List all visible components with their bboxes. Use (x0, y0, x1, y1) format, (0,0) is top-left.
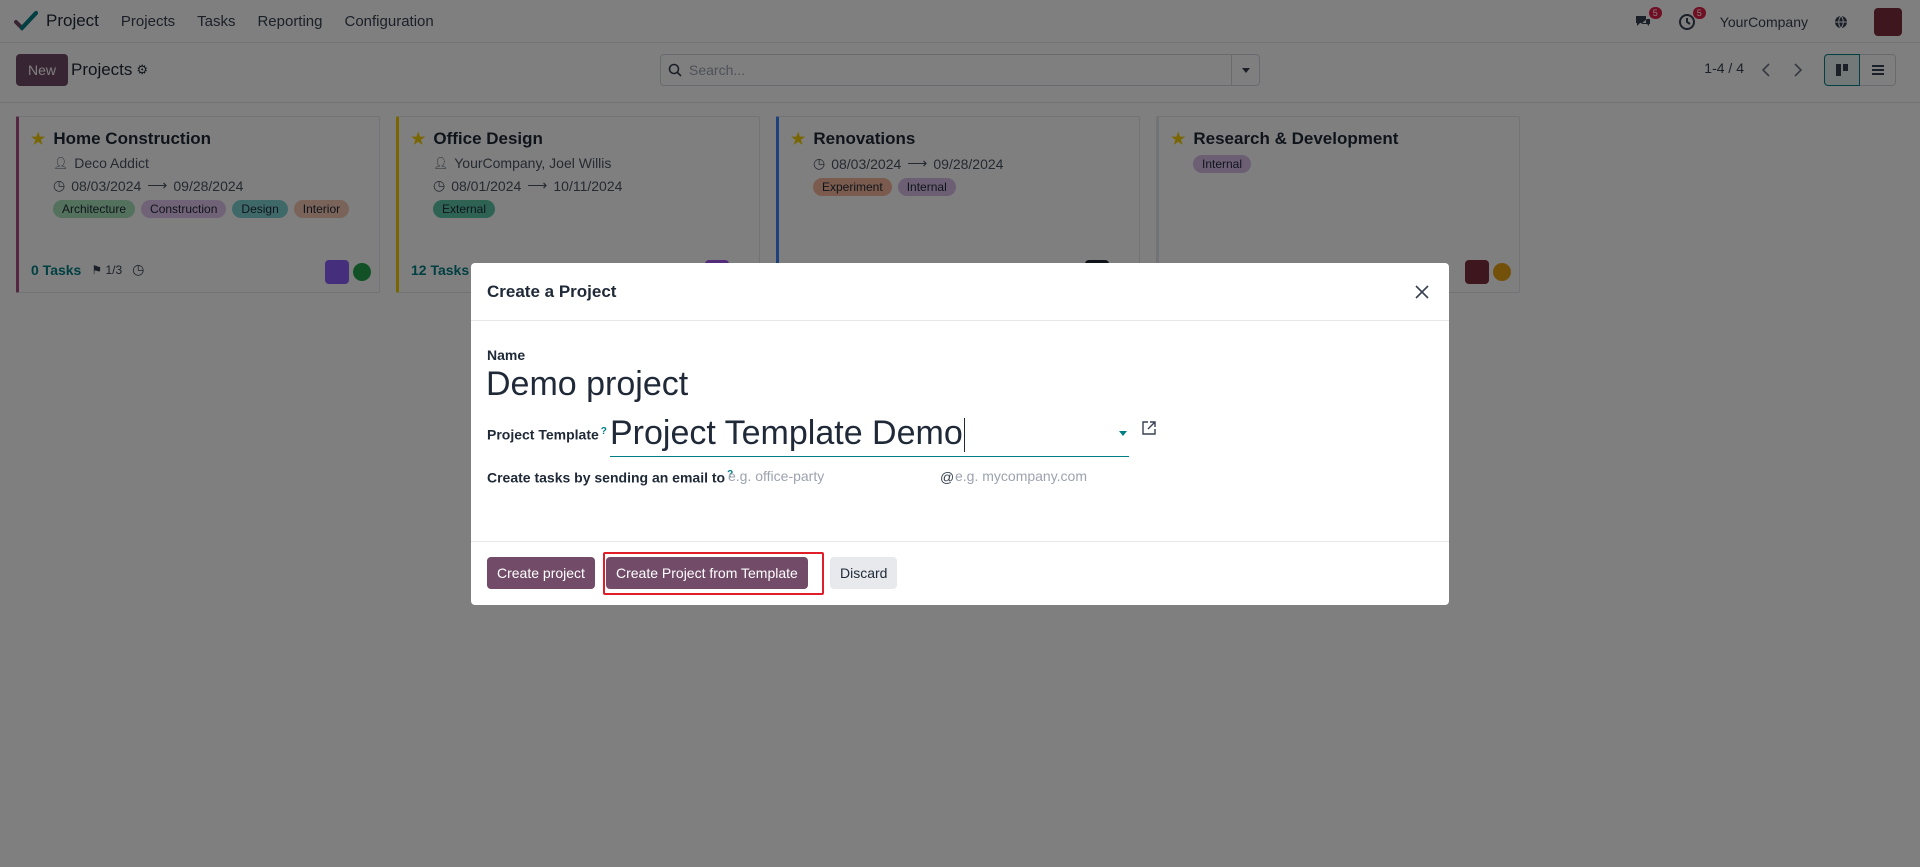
template-value[interactable]: Project Template Demo (610, 414, 1119, 453)
alias-domain-input[interactable] (955, 464, 1165, 488)
alias-name-input[interactable] (728, 464, 938, 488)
create-project-button[interactable]: Create project (487, 557, 595, 589)
template-field[interactable]: Project Template Demo (610, 411, 1129, 457)
at-sign: @ (940, 469, 955, 485)
create-from-template-button[interactable]: Create Project from Template (606, 557, 808, 589)
help-tooltip-icon[interactable]: ? (601, 426, 607, 437)
dialog-header: Create a Project (471, 263, 1449, 321)
caret-down-icon[interactable] (1119, 431, 1127, 436)
dialog-title: Create a Project (487, 281, 617, 301)
template-label: Project Template? (487, 426, 607, 443)
create-project-dialog: Create a Project Name Demo project Proje… (471, 263, 1449, 605)
text-cursor (963, 418, 965, 453)
name-label: Name (487, 347, 526, 363)
discard-button[interactable]: Discard (830, 557, 898, 589)
external-link-icon[interactable] (1139, 418, 1159, 438)
close-icon[interactable] (1409, 279, 1435, 305)
dialog-body: Name Demo project Project Template? Proj… (471, 321, 1449, 542)
email-alias-label: Create tasks by sending an email to? (487, 469, 734, 486)
dialog-footer: Create project Create Project from Templ… (471, 542, 1449, 604)
name-field[interactable]: Demo project (486, 365, 688, 404)
